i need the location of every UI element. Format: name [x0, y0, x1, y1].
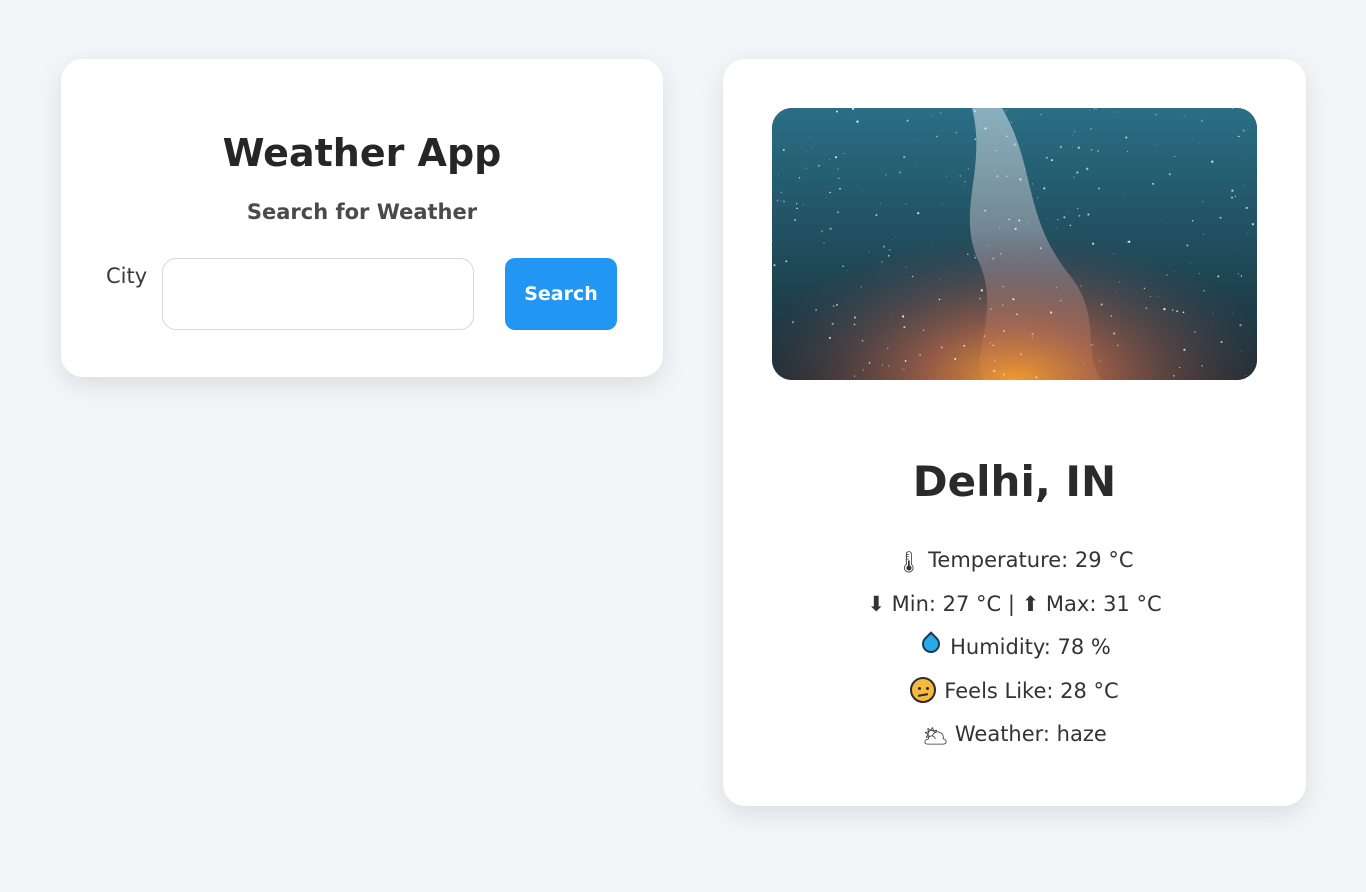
min-max-text: ⬇ Min: 27 °C | ⬆ Max: 31 °C	[867, 591, 1162, 616]
location-title: Delhi, IN	[912, 457, 1117, 506]
starry-sky-image	[772, 108, 1257, 380]
condition-row: 🌥 Weather: haze	[723, 716, 1306, 760]
weather-details: 🌡 Temperature: 29 °C ⬇ Min: 27 °C | ⬆ Max…	[723, 542, 1306, 760]
droplet-icon	[918, 631, 944, 657]
city-label: City	[106, 264, 148, 288]
app-title: Weather App	[222, 131, 502, 175]
temperature-text: Temperature: 29 °C	[928, 548, 1134, 572]
thinking-face-icon	[910, 676, 937, 703]
thermometer-icon: 🌡	[895, 550, 923, 574]
condition-text: Weather: haze	[954, 722, 1107, 747]
weather-image	[772, 108, 1257, 380]
weather-card: Delhi, IN 🌡 Temperature: 29 °C ⬇ Min: 27 …	[723, 59, 1306, 806]
humidity-row: Humidity: 78 %	[723, 629, 1306, 673]
city-input[interactable]	[162, 258, 474, 330]
humidity-text: Humidity: 78 %	[950, 635, 1111, 660]
feels-like-row: Feels Like: 28 °C	[723, 673, 1306, 717]
search-button[interactable]: Search	[505, 258, 617, 330]
cloud-sun-icon: 🌥	[922, 724, 949, 749]
search-card: Weather App Search for Weather City Sear…	[61, 59, 663, 377]
feels-like-text: Feels Like: 28 °C	[944, 678, 1119, 703]
temperature-row: 🌡 Temperature: 29 °C	[723, 542, 1306, 586]
min-max-row: ⬇ Min: 27 °C | ⬆ Max: 31 °C	[723, 586, 1306, 630]
search-subtitle: Search for Weather	[246, 200, 478, 224]
